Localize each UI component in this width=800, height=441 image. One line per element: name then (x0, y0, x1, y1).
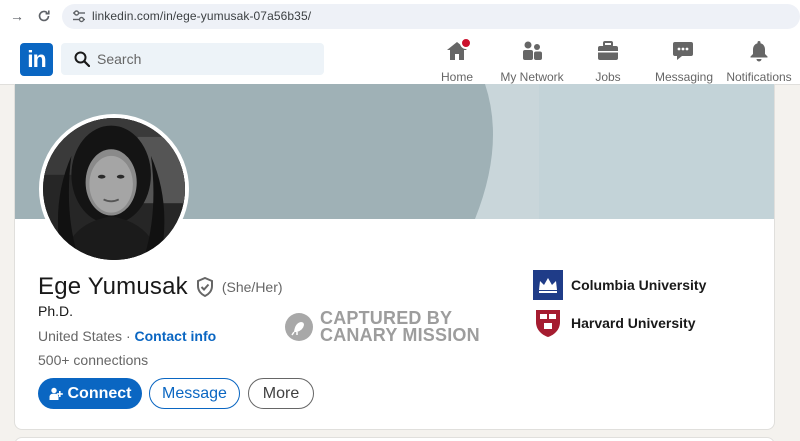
reload-icon[interactable] (35, 7, 53, 25)
contact-info-link[interactable]: Contact info (135, 328, 217, 344)
more-button[interactable]: More (248, 378, 314, 409)
nav-item-my-network[interactable]: My Network (500, 39, 564, 84)
forward-icon[interactable]: → (8, 7, 26, 25)
home-icon (445, 37, 472, 63)
briefcase-icon (596, 39, 620, 63)
next-section-card (14, 437, 775, 441)
watermark-text: CAPTURED BY CANARY MISSION (320, 308, 480, 345)
canary-bird-icon (285, 313, 313, 341)
nav-item-messaging[interactable]: Messaging (655, 39, 713, 84)
connect-button[interactable]: Connect (38, 378, 142, 409)
education-item-columbia[interactable]: Columbia University (533, 270, 706, 300)
message-button[interactable]: Message (149, 378, 240, 409)
pronouns: (She/Her) (221, 279, 283, 295)
linkedin-logo-icon[interactable]: in (20, 43, 53, 76)
site-info-icon[interactable] (72, 10, 86, 23)
message-button-label: Message (162, 384, 227, 402)
notification-dot (460, 37, 472, 49)
search-box[interactable] (61, 43, 324, 75)
profile-name: Ege Yumusak (38, 273, 188, 300)
search-input[interactable] (97, 43, 317, 75)
nav-item-notifications[interactable]: Notifications (726, 39, 792, 84)
url-text[interactable]: linkedin.com/in/ege-yumusak-07a56b35/ (92, 9, 311, 23)
separator: · (122, 328, 135, 344)
add-person-icon (49, 387, 63, 400)
watermark: CAPTURED BY CANARY MISSION (285, 308, 480, 345)
network-icon (520, 39, 544, 63)
education-name: Harvard University (571, 315, 696, 331)
education-item-harvard[interactable]: Harvard University (533, 308, 696, 338)
name-row: Ege Yumusak (She/Her) (38, 272, 283, 302)
education-name: Columbia University (571, 277, 707, 293)
connect-button-label: Connect (67, 384, 132, 402)
harvard-shield-icon (536, 310, 560, 337)
more-button-label: More (262, 384, 300, 402)
verified-shield-icon[interactable] (195, 277, 215, 297)
browser-toolbar: → linkedin.com/in/ege-yumusak-07a56b35/ (0, 0, 800, 33)
location-text: United States (38, 328, 123, 344)
nav-item-home[interactable]: Home (440, 37, 474, 84)
columbia-crown-icon (533, 270, 563, 300)
profile-headline: Ph.D. (38, 303, 74, 319)
linkedin-navbar: in Home My Network Jobs Messaging Notifi… (0, 33, 800, 85)
bell-icon (747, 39, 771, 63)
location-row: United States · Contact info (38, 328, 216, 344)
nav-item-jobs[interactable]: Jobs (593, 39, 623, 84)
connections-count[interactable]: 500+ connections (38, 352, 148, 368)
profile-card: Ege Yumusak (She/Her) Ph.D. United State… (14, 84, 775, 430)
profile-avatar[interactable] (39, 114, 189, 264)
address-bar[interactable]: linkedin.com/in/ege-yumusak-07a56b35/ (62, 4, 800, 29)
search-icon (74, 51, 90, 67)
messaging-icon (671, 39, 695, 63)
